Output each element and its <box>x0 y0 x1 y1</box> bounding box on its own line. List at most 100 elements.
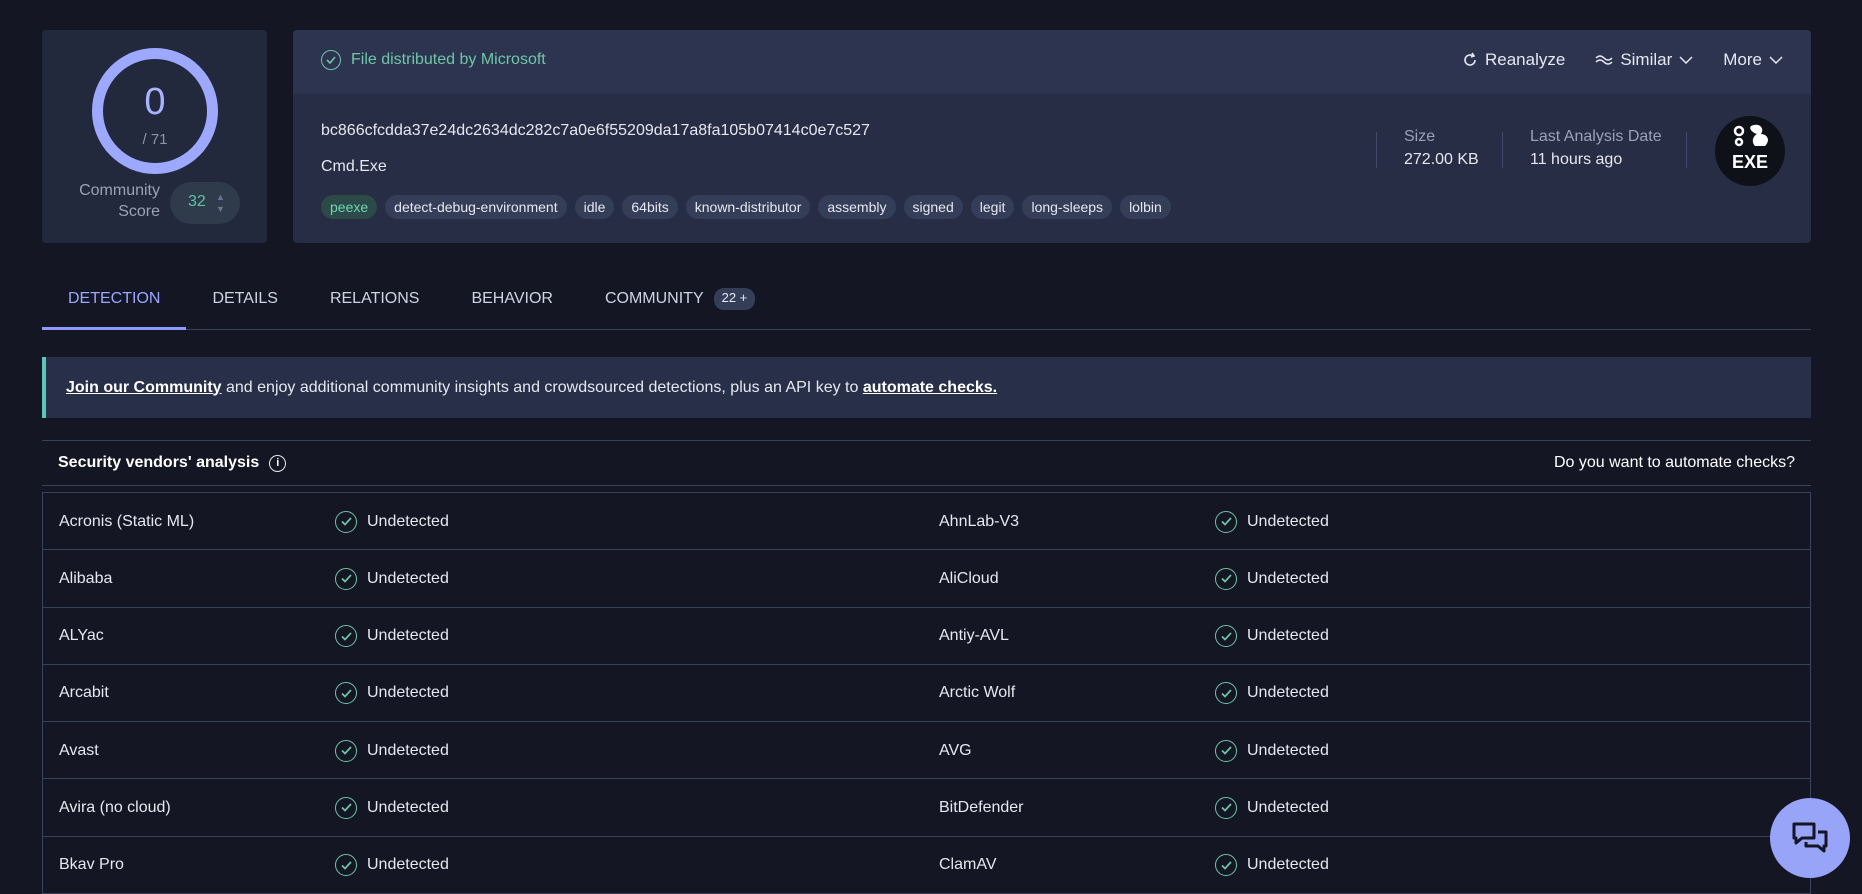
tab-bar: DETECTION DETAILS RELATIONS BEHAVIOR COMMUNI… <box>42 272 1811 330</box>
divider <box>1686 132 1687 168</box>
similar-button[interactable]: Similar <box>1595 50 1693 70</box>
vendor-name: Alibaba <box>59 569 113 587</box>
vendor-result: Undetected <box>1215 722 1329 779</box>
file-size-value: 272.00 KB <box>1404 151 1479 168</box>
chat-icon <box>1792 822 1828 853</box>
last-analysis-value: 11 hours ago <box>1530 151 1623 168</box>
tag-chip[interactable]: assembly <box>818 195 896 219</box>
chevron-down-icon <box>1679 56 1693 64</box>
vendors-table: Acronis (Static ML) Undetected AhnLab-V3 Un… <box>42 492 1811 894</box>
vendor-result: Undetected <box>335 665 449 722</box>
tag-chip[interactable]: known-distributor <box>685 195 811 219</box>
file-type-icon: EXE <box>1715 116 1785 186</box>
detection-score-ring: 0 / 71 <box>92 48 218 174</box>
tag-chip[interactable]: idle <box>574 195 615 219</box>
file-info-card: File distributed by Microsoft Reanalyze … <box>293 30 1811 243</box>
vendor-name: Arcabit <box>59 684 109 702</box>
check-circle-icon <box>1215 625 1237 648</box>
vendor-name: AliCloud <box>939 569 999 587</box>
tag-chip[interactable]: legit <box>970 195 1015 219</box>
vendor-result-text: Undetected <box>367 684 449 702</box>
tag-chip[interactable]: peexe <box>321 195 378 219</box>
vendor-result: Undetected <box>335 550 449 607</box>
table-row: Bkav Pro Undetected ClamAV Undetected <box>43 837 1810 894</box>
more-label: More <box>1723 50 1762 69</box>
tab-detection[interactable]: DETECTION <box>42 272 187 330</box>
automate-checks-prompt[interactable]: Do you want to automate checks? <box>1554 454 1795 472</box>
chevron-down-icon <box>1769 56 1783 64</box>
vendors-header: Security vendors' analysis i Do you want… <box>42 440 1811 486</box>
community-banner: Join our Community and enjoy additional … <box>42 357 1811 418</box>
vendor-name: Acronis (Static ML) <box>59 512 195 530</box>
vendor-name: Bkav Pro <box>59 856 124 874</box>
info-icon[interactable]: i <box>269 454 287 472</box>
tag-chip[interactable]: long-sleeps <box>1022 195 1113 219</box>
tag-chip[interactable]: 64bits <box>622 195 678 219</box>
table-row: Avast Undetected AVG Undetected <box>43 722 1810 780</box>
tag-chip[interactable]: lolbin <box>1120 195 1171 219</box>
check-circle-icon <box>335 854 357 877</box>
last-analysis-date: Last Analysis Date 11 hours ago <box>1530 128 1662 169</box>
refresh-icon <box>1464 52 1476 66</box>
tag-chip[interactable]: detect-debug-environment <box>385 195 567 219</box>
check-circle-icon <box>335 682 357 705</box>
tab-relations[interactable]: RELATIONS <box>304 272 446 330</box>
gears-icon <box>1733 124 1768 147</box>
tab-behavior[interactable]: BEHAVIOR <box>445 272 579 330</box>
detection-total: / 71 <box>142 131 168 148</box>
community-score-label: Community Score <box>79 182 160 220</box>
tab-label: COMMUNITY <box>604 290 704 307</box>
updown-arrows-icon[interactable]: ▲ ▼ <box>216 191 225 215</box>
tab-details[interactable]: DETAILS <box>186 272 304 330</box>
tab-label: BEHAVIOR <box>471 290 553 307</box>
join-community-link[interactable]: Join our Community <box>66 379 222 397</box>
tab-label: DETAILS <box>212 290 278 307</box>
tab-count-badge: 22 + <box>713 288 756 310</box>
reanalyze-label: Reanalyze <box>1484 50 1566 69</box>
check-circle-icon <box>1215 854 1237 877</box>
file-info-header: File distributed by Microsoft Reanalyze … <box>293 30 1811 94</box>
banner-text: and enjoy additional community insights … <box>221 378 863 396</box>
vendor-name: AhnLab-V3 <box>939 512 1020 530</box>
vendors-title: Security vendors' analysis i <box>58 454 287 472</box>
more-button[interactable]: More <box>1723 50 1783 70</box>
check-circle-icon <box>335 625 357 648</box>
similar-icon <box>1595 55 1613 65</box>
check-circle-icon <box>1215 682 1237 705</box>
vendor-result: Undetected <box>1215 837 1329 894</box>
check-circle-icon <box>335 739 357 762</box>
table-row: ALYac Undetected Antiy-AVL Undetected <box>43 608 1810 665</box>
check-circle-icon <box>321 50 341 70</box>
file-type-label: EXE <box>1731 152 1769 172</box>
distribution-text: File distributed by Microsoft <box>351 51 546 68</box>
score-card: 0 / 71 Community Score 32 ▲ ▼ <box>42 30 267 243</box>
file-hash: bc866cfcdda37e24dc2634dc282c7a0e6f55209d… <box>321 122 870 139</box>
vendor-name: ClamAV <box>939 856 997 874</box>
file-size-label: Size <box>1404 128 1436 145</box>
check-circle-icon <box>1215 796 1237 819</box>
community-score-stepper[interactable]: 32 ▲ ▼ <box>170 182 240 224</box>
vendor-name: BitDefender <box>939 798 1024 816</box>
table-row: Arcabit Undetected Arctic Wolf Undetected <box>43 665 1810 723</box>
divider <box>1376 132 1377 168</box>
vendor-result: Undetected <box>335 608 449 665</box>
table-row: Acronis (Static ML) Undetected AhnLab-V3 Un… <box>43 493 1810 551</box>
vendor-result-text: Undetected <box>1247 512 1329 530</box>
vendor-result: Undetected <box>1215 608 1329 665</box>
vendor-name: Arctic Wolf <box>939 684 1016 702</box>
reanalyze-button[interactable]: Reanalyze <box>1462 50 1565 70</box>
vendor-result-text: Undetected <box>1247 684 1329 702</box>
divider <box>1502 132 1503 168</box>
chat-button[interactable] <box>1770 798 1850 878</box>
file-name: Cmd.Exe <box>321 158 387 175</box>
table-row: Alibaba Undetected AliCloud Undetected <box>43 550 1810 608</box>
community-score-value: 32 <box>188 193 206 210</box>
vendor-result-text: Undetected <box>367 798 449 816</box>
check-circle-icon <box>335 796 357 819</box>
tag-chip[interactable]: signed <box>903 195 963 219</box>
vendor-result-text: Undetected <box>367 856 449 874</box>
vendor-result-text: Undetected <box>367 627 449 645</box>
vendor-result: Undetected <box>335 722 449 779</box>
tab-community[interactable]: COMMUNITY 22 + <box>579 272 781 330</box>
automate-checks-link[interactable]: automate checks. <box>863 379 997 397</box>
